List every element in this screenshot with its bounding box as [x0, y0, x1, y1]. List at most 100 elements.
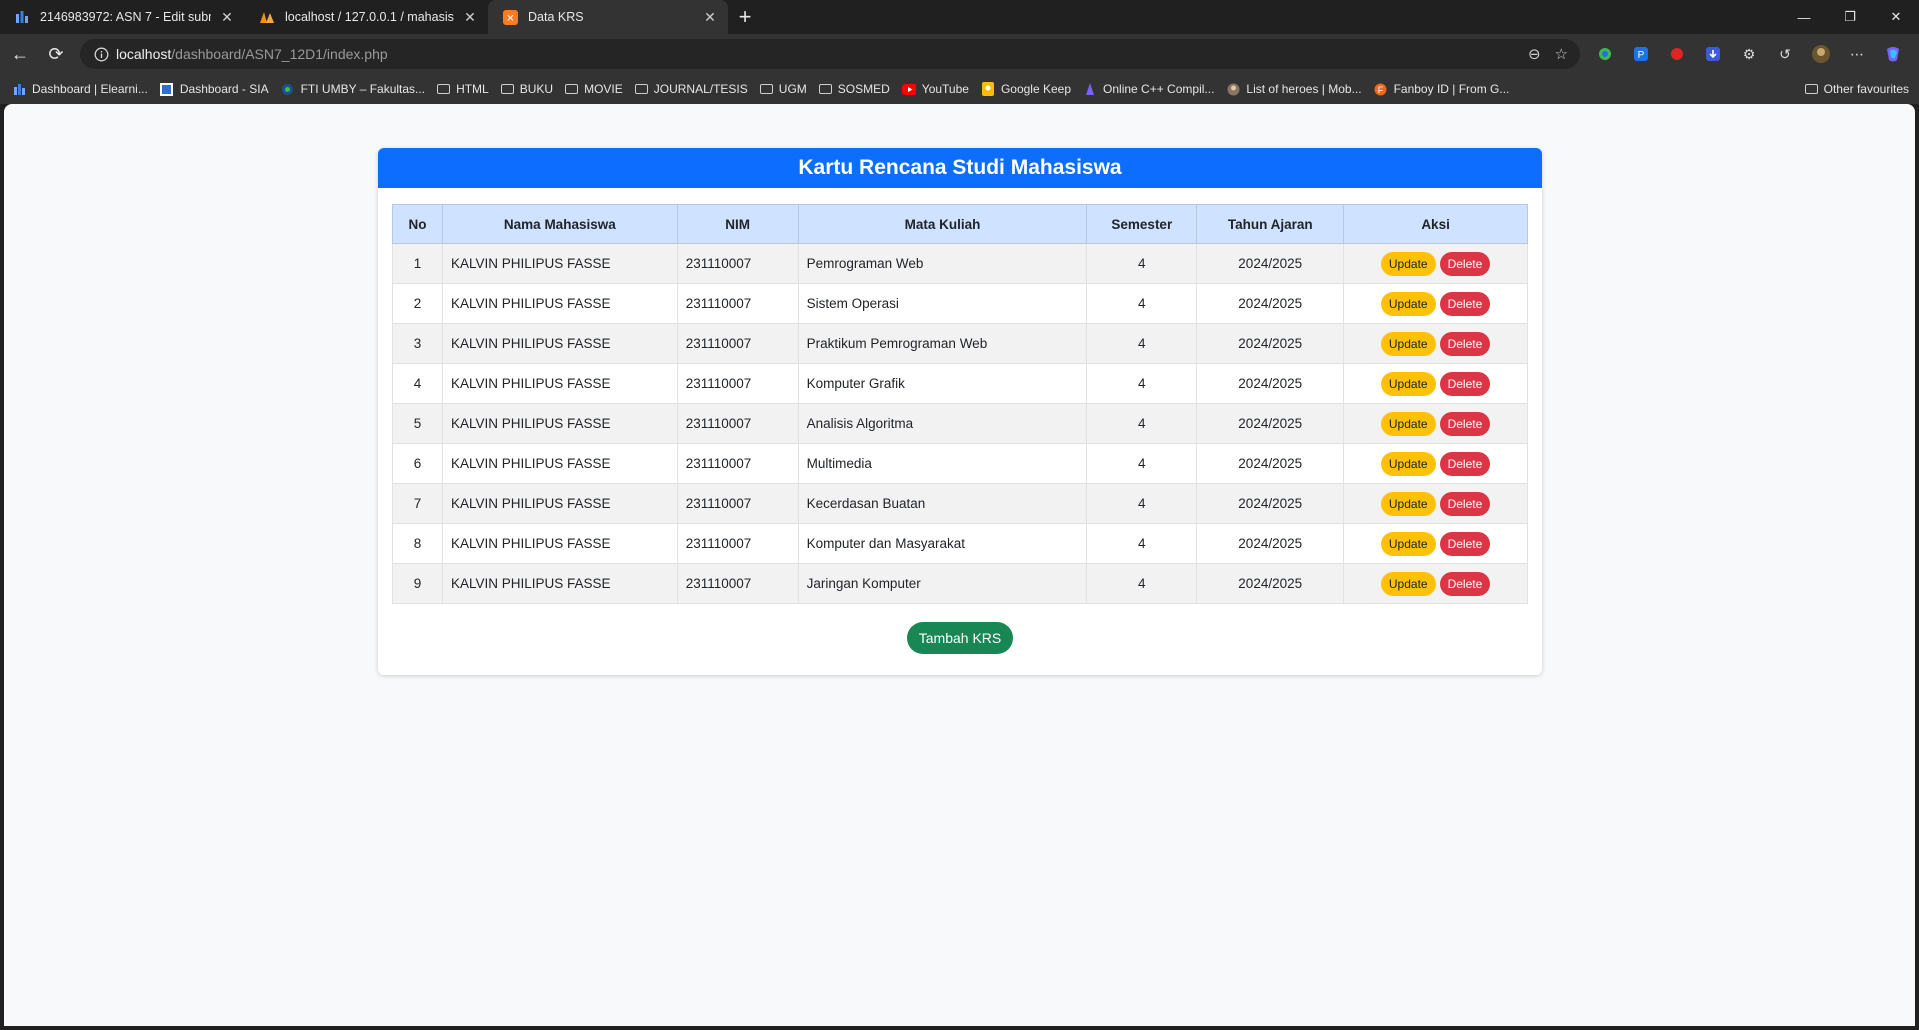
back-arrow-icon[interactable]: ← — [2, 36, 38, 72]
update-button[interactable]: Update — [1380, 491, 1436, 516]
cell-nama: KALVIN PHILIPUS FASSE — [441, 563, 678, 604]
delete-button[interactable]: Delete — [1439, 371, 1491, 396]
cell-no: 5 — [392, 403, 443, 444]
compiler-icon — [1083, 82, 1097, 96]
profile-avatar[interactable] — [1808, 41, 1834, 67]
elearning-icon — [12, 82, 26, 96]
delete-button[interactable]: Delete — [1439, 451, 1491, 476]
cell-tahun-ajaran: 2024/2025 — [1196, 403, 1345, 444]
cell-semester: 4 — [1086, 323, 1198, 364]
column-header: Mata Kuliah — [797, 204, 1088, 244]
other-favourites[interactable]: Other favourites — [1804, 74, 1909, 104]
bookmark-label: Dashboard | Elearni... — [32, 82, 148, 96]
bookmark-folder[interactable]: BUKU — [500, 82, 553, 96]
cell-mata-kuliah: Komputer dan Masyarakat — [797, 523, 1088, 564]
table-row: 5 KALVIN PHILIPUS FASSE 231110007 Analis… — [392, 403, 1528, 444]
bookmark-item[interactable]: YouTube — [901, 82, 969, 96]
new-tab-icon[interactable]: + — [728, 0, 762, 34]
more-menu-icon[interactable]: ⋯ — [1844, 41, 1870, 67]
column-header: No — [392, 204, 443, 244]
browser-tab-data-krs[interactable]: ✕ Data KRS ✕ — [488, 0, 728, 34]
delete-button[interactable]: Delete — [1439, 491, 1491, 516]
extensions-puzzle-icon[interactable]: ⚙ — [1736, 41, 1762, 67]
cell-nama: KALVIN PHILIPUS FASSE — [441, 483, 678, 524]
cell-tahun-ajaran: 2024/2025 — [1196, 443, 1345, 484]
delete-button[interactable]: Delete — [1439, 411, 1491, 436]
delete-button[interactable]: Delete — [1439, 531, 1491, 556]
close-tab-icon[interactable]: ✕ — [219, 9, 235, 26]
download-extension-icon[interactable] — [1700, 41, 1726, 67]
close-window-icon[interactable]: ✕ — [1873, 0, 1919, 34]
url-path: /dashboard/ASN7_12D1/index.php — [171, 46, 388, 62]
folder-icon — [437, 84, 451, 94]
copilot-icon[interactable] — [1880, 41, 1906, 67]
folder-icon — [818, 84, 832, 94]
delete-button[interactable]: Delete — [1439, 291, 1491, 316]
cell-aksi: Update Delete — [1343, 403, 1528, 444]
cell-tahun-ajaran: 2024/2025 — [1196, 523, 1345, 564]
bookmark-item[interactable]: List of heroes | Mob... — [1226, 82, 1362, 96]
update-button[interactable]: Update — [1380, 371, 1436, 396]
extensions-area: P ⚙ ↺ ⋯ — [1592, 34, 1906, 74]
bookmark-item[interactable]: Google Keep — [981, 82, 1071, 96]
delete-button[interactable]: Delete — [1439, 251, 1491, 276]
delete-button[interactable]: Delete — [1439, 331, 1491, 356]
cell-nim: 231110007 — [676, 403, 799, 444]
site-info-icon[interactable] — [86, 47, 116, 62]
cell-no: 8 — [392, 523, 443, 564]
update-button[interactable]: Update — [1380, 451, 1436, 476]
bookmark-item[interactable]: F Fanboy ID | From G... — [1374, 82, 1510, 96]
update-button[interactable]: Update — [1380, 531, 1436, 556]
update-button[interactable]: Update — [1380, 251, 1436, 276]
bookmark-folder[interactable]: UGM — [759, 82, 807, 96]
cell-tahun-ajaran: 2024/2025 — [1196, 323, 1345, 364]
cell-mata-kuliah: Praktikum Pemrograman Web — [797, 323, 1088, 364]
bookmark-folder[interactable]: MOVIE — [565, 82, 623, 96]
close-tab-icon[interactable]: ✕ — [462, 9, 478, 26]
bookmark-label: Fanboy ID | From G... — [1393, 82, 1510, 96]
update-button[interactable]: Update — [1380, 571, 1436, 596]
folder-icon — [634, 84, 648, 94]
favorite-star-icon[interactable]: ☆ — [1555, 45, 1568, 63]
bookmark-item[interactable]: Online C++ Compil... — [1083, 82, 1214, 96]
bookmark-label: Google Keep — [1000, 82, 1072, 96]
update-button[interactable]: Update — [1380, 291, 1436, 316]
table-row: 8 KALVIN PHILIPUS FASSE 231110007 Komput… — [392, 523, 1528, 564]
bookmark-folder[interactable]: JOURNAL/TESIS — [634, 82, 748, 96]
address-bar[interactable]: localhost/dashboard/ASN7_12D1/index.php … — [80, 39, 1580, 69]
zoom-icon[interactable]: ⊖ — [1528, 45, 1541, 63]
bookmark-label: MOVIE — [584, 82, 623, 96]
bookmark-folder[interactable]: HTML — [437, 82, 489, 96]
cell-nama: KALVIN PHILIPUS FASSE — [441, 443, 678, 484]
close-tab-icon[interactable]: ✕ — [702, 9, 718, 26]
svg-text:F: F — [1378, 85, 1384, 95]
tab-strip: 2146983972: ASN 7 - Edit submiss ✕ local… — [0, 0, 1919, 34]
youtube-icon — [901, 82, 916, 96]
bookmark-item[interactable]: Dashboard | Elearni... — [12, 82, 148, 96]
browser-tab-phpmyadmin[interactable]: localhost / 127.0.0.1 / mahasiswa ✕ — [245, 0, 488, 34]
minimize-icon[interactable]: — — [1781, 0, 1827, 34]
add-krs-button[interactable]: Tambah KRS — [907, 622, 1013, 654]
svg-text:P: P — [1638, 50, 1645, 61]
history-icon[interactable]: ↺ — [1772, 41, 1798, 67]
cell-tahun-ajaran: 2024/2025 — [1196, 363, 1345, 404]
reload-icon[interactable]: ⟳ — [38, 36, 74, 72]
update-button[interactable]: Update — [1380, 331, 1436, 356]
update-button[interactable]: Update — [1380, 411, 1436, 436]
table-row: 4 KALVIN PHILIPUS FASSE 231110007 Komput… — [392, 363, 1528, 404]
bookmark-item[interactable]: Dashboard - SIA — [160, 82, 269, 96]
extension-green-icon[interactable] — [1592, 41, 1618, 67]
cell-tahun-ajaran: 2024/2025 — [1196, 563, 1345, 604]
cell-no: 6 — [392, 443, 443, 484]
delete-button[interactable]: Delete — [1439, 571, 1491, 596]
extension-red-icon[interactable] — [1664, 41, 1690, 67]
bookmark-label: FTI UMBY – Fakultas... — [300, 82, 426, 96]
bookmark-item[interactable]: FTI UMBY – Fakultas... — [281, 82, 425, 96]
browser-tab-assignment[interactable]: 2146983972: ASN 7 - Edit submiss ✕ — [0, 0, 245, 34]
bookmark-label: HTML — [456, 82, 489, 96]
table-row: 3 KALVIN PHILIPUS FASSE 231110007 Prakti… — [392, 323, 1528, 364]
bookmark-folder[interactable]: SOSMED — [818, 82, 890, 96]
extension-p-icon[interactable]: P — [1628, 41, 1654, 67]
restore-icon[interactable]: ❐ — [1827, 0, 1873, 34]
cell-semester: 4 — [1086, 523, 1198, 564]
